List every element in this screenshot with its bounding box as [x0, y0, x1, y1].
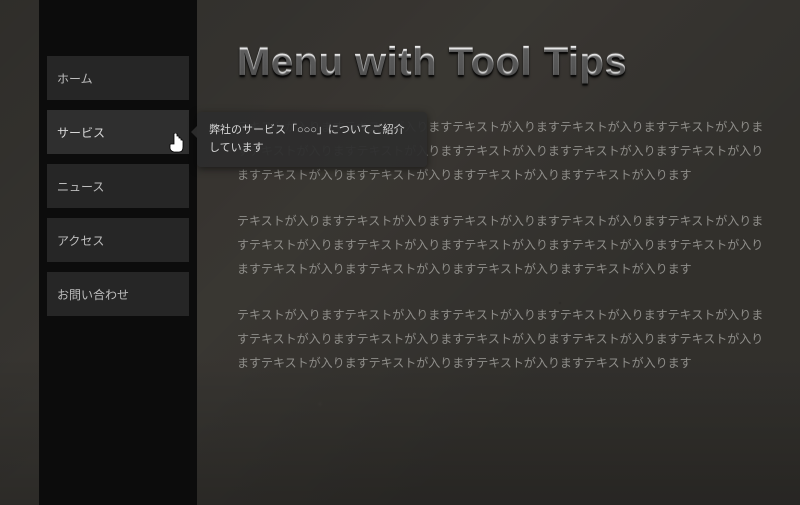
menu-item-service[interactable]: サービス [47, 110, 189, 154]
menu-item-label: アクセス [57, 232, 104, 249]
main-content: Menu with Tool Tips テキストが入りますテキストが入りますテキ… [237, 40, 770, 397]
menu-item-news[interactable]: ニュース [47, 164, 189, 208]
page-title: Menu with Tool Tips [237, 40, 770, 85]
menu-item-label: お問い合わせ [57, 286, 129, 303]
body-paragraph: テキストが入りますテキストが入りますテキストが入りますテキストが入りますテキスト… [237, 303, 770, 375]
menu-item-label: ニュース [57, 178, 104, 195]
menu-item-label: ホーム [57, 70, 93, 87]
tooltip: 弊社のサービス「○○○」についてご紹介しています [197, 112, 427, 167]
menu-item-access[interactable]: アクセス [47, 218, 189, 262]
tooltip-text: 弊社のサービス「○○○」についてご紹介しています [209, 124, 405, 154]
body-paragraph: テキストが入りますテキストが入りますテキストが入りますテキストが入りますテキスト… [237, 209, 770, 281]
menu-item-home[interactable]: ホーム [47, 56, 189, 100]
menu-item-label: サービス [57, 124, 105, 141]
menu-item-contact[interactable]: お問い合わせ [47, 272, 189, 316]
sidebar: ホーム サービス ニュース アクセス お問い合わせ [39, 0, 197, 505]
